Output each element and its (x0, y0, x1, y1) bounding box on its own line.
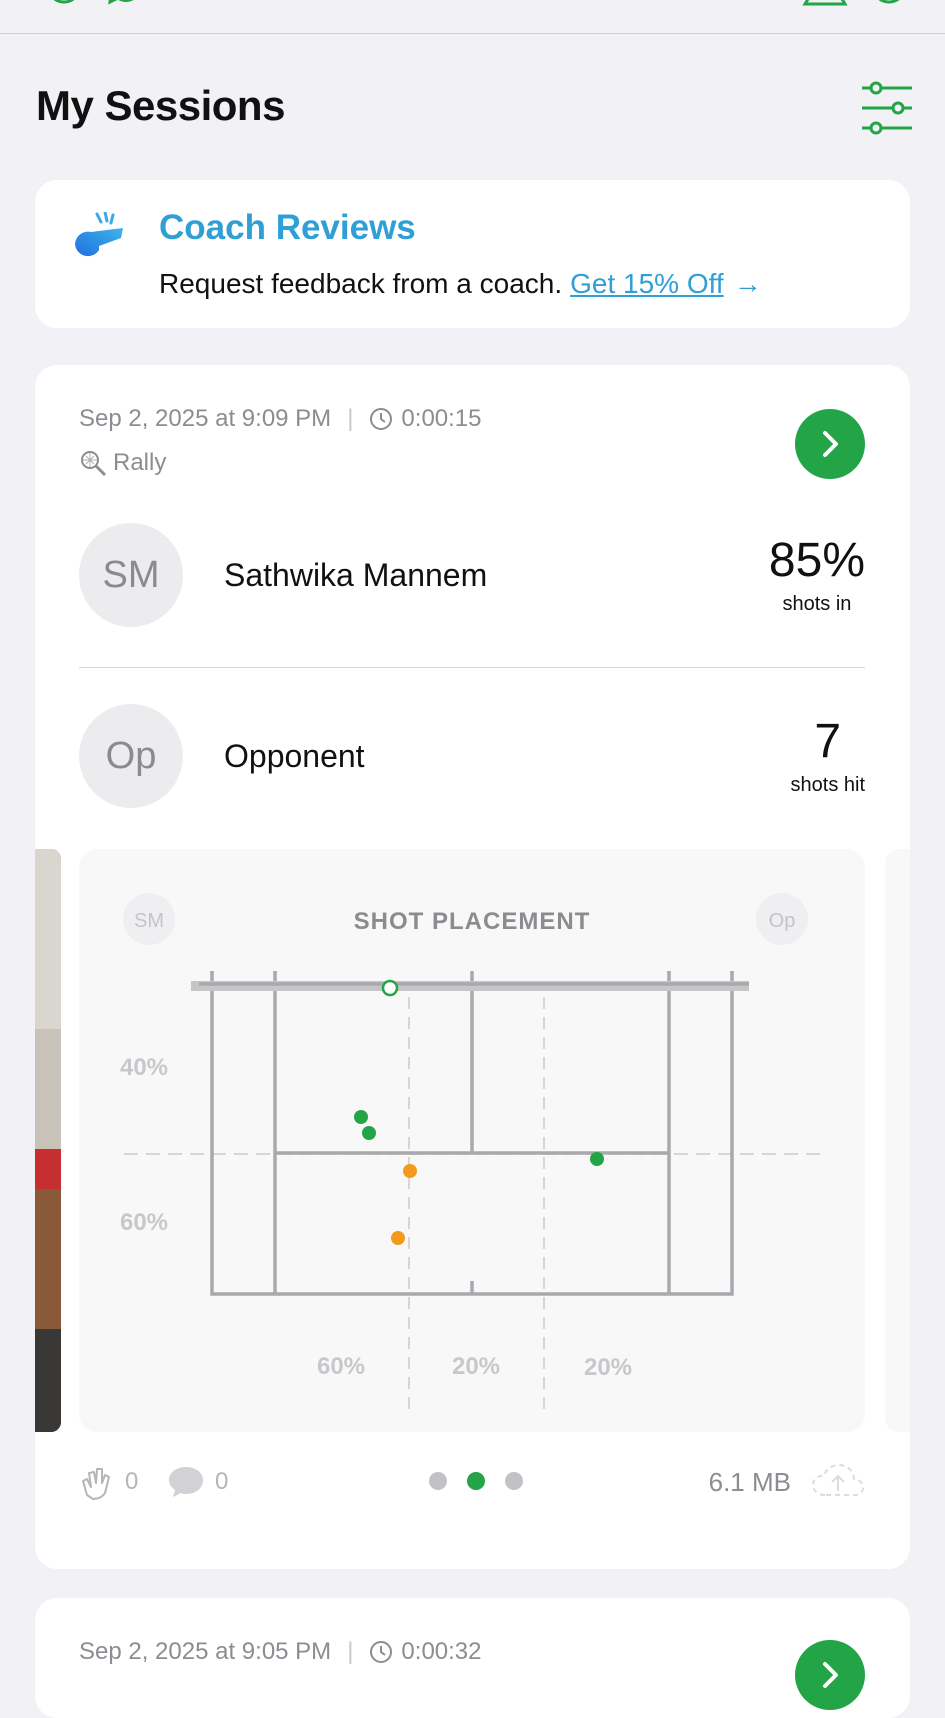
carousel-prev-thumbnail[interactable] (35, 849, 61, 1432)
shot-marker-opponent (403, 1164, 417, 1178)
session-date: Sep 2, 2025 at 9:09 PM (79, 405, 332, 432)
session-duration: 0:00:32 (401, 1638, 482, 1665)
pager-dot[interactable] (429, 1472, 447, 1490)
comment-button[interactable]: 0 (167, 1463, 228, 1501)
divider (79, 667, 865, 668)
player-name: Opponent (224, 738, 365, 774)
session-type-label: Rally (113, 449, 167, 476)
arrow-right-icon[interactable]: → (734, 268, 762, 300)
shot-placement-panel[interactable]: SM Op SHOT PLACEMENT 40% 60% 60% 20% 20% (79, 849, 865, 1432)
session-type: Rally (79, 449, 166, 477)
clock-icon (370, 408, 393, 430)
chevron-right-icon (823, 431, 838, 457)
width-label: 60% (317, 1353, 365, 1380)
clap-icon (82, 1468, 110, 1500)
session-duration: 0:00:15 (401, 405, 482, 432)
meta-separator: | (347, 405, 354, 432)
shot-placement-chart: SM Op SHOT PLACEMENT 40% 60% 60% 20% 20% (120, 893, 824, 1409)
meta-separator: | (347, 1638, 354, 1665)
file-size: 6.1 MB (708, 1467, 791, 1497)
shot-marker-opponent (391, 1231, 405, 1245)
filter-sliders-icon[interactable] (860, 80, 914, 136)
stat-value: 7 (814, 715, 842, 768)
comment-icon (169, 1467, 203, 1497)
session-date: Sep 2, 2025 at 9:05 PM (79, 1638, 332, 1665)
shot-marker-out (381, 979, 399, 997)
partial-nav-icons-right[interactable] (799, 0, 909, 6)
open-session-button[interactable] (795, 1640, 865, 1710)
player-stat: 85% shots in (769, 533, 865, 616)
tennis-court (210, 971, 734, 1296)
coach-subtitle-text: Request feedback from a coach. (159, 268, 563, 299)
opponent-stat: 7 shots hit (791, 714, 865, 797)
session-card[interactable]: Sep 2, 2025 at 9:05 PM | 0:00:32 (35, 1598, 910, 1718)
avatar: SM (79, 523, 183, 627)
clock-icon (370, 1641, 393, 1663)
width-label: 20% (584, 1354, 632, 1381)
player-row: SM Sathwika Mannem 85% shots in (79, 523, 865, 627)
depth-label: 40% (120, 1054, 168, 1081)
shot-marker-player (354, 1110, 368, 1124)
stat-label: shots hit (790, 774, 865, 796)
width-label: 20% (452, 1353, 500, 1380)
depth-label: 60% (120, 1209, 168, 1236)
avatar: Op (79, 704, 183, 808)
shot-marker-player (590, 1152, 604, 1166)
chart-title: SHOT PLACEMENT (354, 908, 591, 935)
chevron-right-icon (823, 1662, 838, 1688)
coach-reviews-subtitle: Request feedback from a coach. Get 15% Of… (159, 268, 762, 300)
partial-nav-icons-left[interactable] (44, 0, 154, 6)
clap-button[interactable]: 0 (79, 1463, 138, 1501)
session-meta: Sep 2, 2025 at 9:05 PM | 0:00:32 (79, 1638, 482, 1666)
coach-reviews-title: Coach Reviews (159, 208, 416, 247)
carousel-next-panel[interactable] (885, 849, 910, 1432)
clap-count: 0 (125, 1468, 139, 1495)
shot-marker-player (362, 1126, 376, 1140)
cloud-upload-icon[interactable] (811, 1461, 865, 1501)
page-title: My Sessions (36, 82, 285, 129)
session-card[interactable]: Sep 2, 2025 at 9:09 PM | 0:00:15 Rally S… (35, 365, 910, 1569)
whistle-icon (75, 212, 123, 257)
stat-label: shots in (782, 593, 852, 615)
coach-reviews-card[interactable]: Coach Reviews Request feedback from a co… (35, 180, 910, 328)
pager-dot-active[interactable] (467, 1472, 485, 1490)
top-nav-bar (0, 0, 945, 34)
session-meta: Sep 2, 2025 at 9:09 PM | 0:00:15 (79, 405, 482, 433)
left-badge-label: SM (134, 910, 164, 932)
pager-dot[interactable] (505, 1472, 523, 1490)
discount-link[interactable]: Get 15% Off (570, 268, 724, 299)
session-footer: 0 0 6.1 MB (79, 1455, 865, 1505)
open-session-button[interactable] (795, 409, 865, 479)
racket-icon (81, 451, 107, 477)
opponent-row: Op Opponent 7 shots hit (79, 704, 865, 808)
stat-value: 85% (768, 534, 865, 587)
right-badge-label: Op (769, 910, 796, 932)
comment-count: 0 (215, 1468, 229, 1495)
player-name: Sathwika Mannem (224, 557, 488, 593)
carousel-pager[interactable] (429, 1472, 523, 1490)
